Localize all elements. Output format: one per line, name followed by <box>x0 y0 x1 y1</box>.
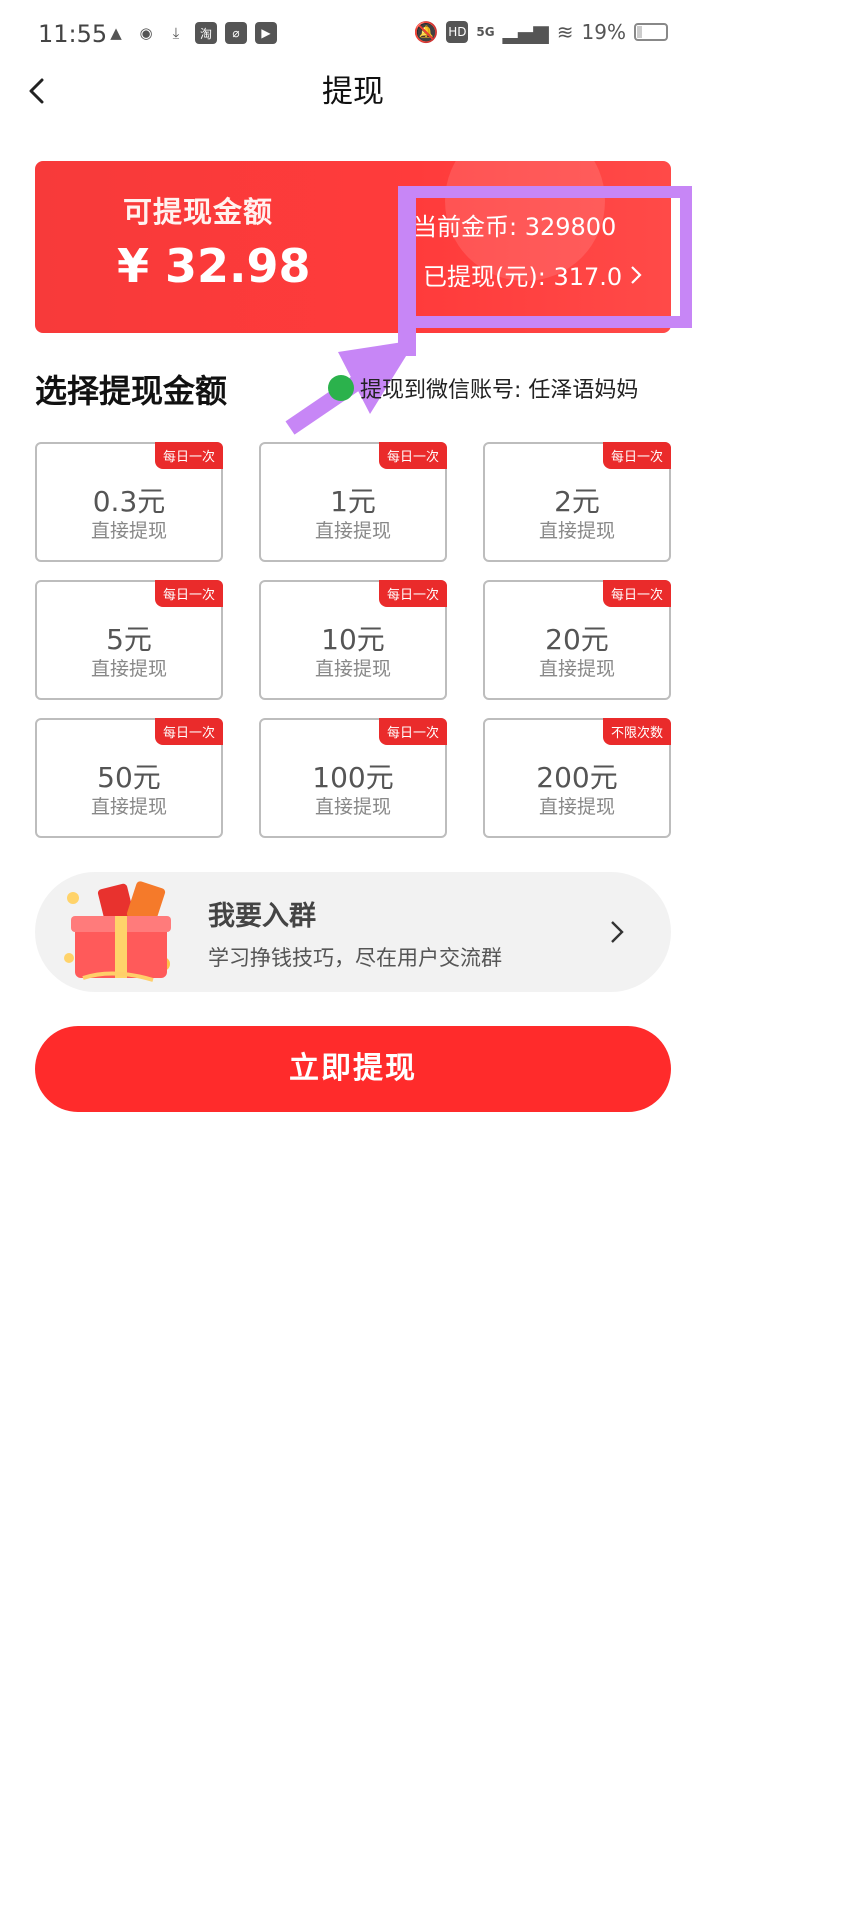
amount-option[interactable]: 每日一次 20元 直接提现 <box>483 580 671 700</box>
frequency-badge: 每日一次 <box>154 580 223 607</box>
option-amount: 100元 <box>312 761 394 794</box>
option-subtitle: 直接提现 <box>90 520 167 542</box>
red-envelope-gift-icon <box>64 881 171 982</box>
option-subtitle: 直接提现 <box>314 658 391 680</box>
wechat-account-text: 提现到微信账号: 任泽语妈妈 <box>360 378 639 403</box>
frequency-badge: 每日一次 <box>378 718 447 745</box>
frequency-badge: 每日一次 <box>154 718 223 745</box>
available-amount: ¥ 32.98 <box>117 239 311 293</box>
option-subtitle: 直接提现 <box>538 796 615 818</box>
video-icon: ▶ <box>255 22 277 44</box>
chevron-right-icon <box>611 921 624 943</box>
option-subtitle: 直接提现 <box>314 520 391 542</box>
battery-text: 19% <box>581 20 626 44</box>
highlight-box <box>398 186 692 328</box>
wechat-icon: ◉ <box>139 24 153 42</box>
option-amount: 10元 <box>321 623 385 656</box>
frequency-badge: 每日一次 <box>602 442 671 469</box>
frequency-badge: 不限次数 <box>602 718 671 745</box>
option-amount: 50元 <box>97 761 161 794</box>
group-subtitle: 学习挣钱技巧，尽在用户交流群 <box>208 946 502 970</box>
option-amount: 0.3元 <box>92 485 166 518</box>
amount-option[interactable]: 每日一次 1元 直接提现 <box>259 442 447 562</box>
mute-icon: 🔕 <box>413 20 439 44</box>
option-subtitle: 直接提现 <box>314 796 391 818</box>
option-subtitle: 直接提现 <box>538 658 615 680</box>
wechat-logo-icon <box>328 375 354 401</box>
join-group-banner[interactable]: 我要入群 学习挣钱技巧，尽在用户交流群 <box>35 872 671 992</box>
amount-option[interactable]: 每日一次 2元 直接提现 <box>483 442 671 562</box>
group-title: 我要入群 <box>208 901 316 932</box>
hd-icon: HD <box>446 21 469 43</box>
frequency-badge: 每日一次 <box>602 580 671 607</box>
taobao-icon: 淘 <box>195 22 217 44</box>
signal-icon: ▂▄▆ <box>502 20 549 44</box>
status-bar: 11:55 ▲ ◉ ⤓ 淘 ⌀ ▶ 🔕 HD 5G ▂▄▆ ≋ 19% <box>0 0 706 70</box>
status-time: 11:55 <box>38 20 108 48</box>
amount-options-grid: 每日一次 0.3元 直接提现 每日一次 1元 直接提现 每日一次 2元 直接提现… <box>35 442 671 838</box>
app-icon: ⌀ <box>225 22 247 44</box>
option-amount: 200元 <box>536 761 618 794</box>
option-subtitle: 直接提现 <box>90 796 167 818</box>
option-amount: 1元 <box>330 485 376 518</box>
amount-option[interactable]: 每日一次 100元 直接提现 <box>259 718 447 838</box>
section-title: 选择提现金额 <box>35 372 228 410</box>
qq-icon: ▲ <box>110 24 122 42</box>
battery-fill <box>637 26 642 38</box>
frequency-badge: 每日一次 <box>378 442 447 469</box>
wechat-account: 提现到微信账号: 任泽语妈妈 <box>328 372 638 404</box>
amount-option[interactable]: 每日一次 10元 直接提现 <box>259 580 447 700</box>
amount-option[interactable]: 不限次数 200元 直接提现 <box>483 718 671 838</box>
amount-option[interactable]: 每日一次 5元 直接提现 <box>35 580 223 700</box>
frequency-badge: 每日一次 <box>378 580 447 607</box>
page-title: 提现 <box>322 74 384 110</box>
option-amount: 5元 <box>106 623 152 656</box>
wifi-icon: ≋ <box>556 20 574 44</box>
option-subtitle: 直接提现 <box>90 658 167 680</box>
frequency-badge: 每日一次 <box>154 442 223 469</box>
amount-option[interactable]: 每日一次 0.3元 直接提现 <box>35 442 223 562</box>
download-icon: ⤓ <box>172 24 180 42</box>
available-label: 可提现金额 <box>123 195 274 229</box>
notification-icons: ▲ ◉ ⤓ 淘 ⌀ ▶ <box>105 22 277 44</box>
battery-icon <box>634 23 668 41</box>
withdraw-now-button[interactable]: 立即提现 <box>35 1026 671 1112</box>
network-icon: 5G <box>476 25 495 39</box>
option-amount: 20元 <box>545 623 609 656</box>
option-subtitle: 直接提现 <box>538 520 615 542</box>
option-amount: 2元 <box>554 485 600 518</box>
system-icons: 🔕 HD 5G ▂▄▆ ≋ 19% <box>414 20 668 44</box>
amount-option[interactable]: 每日一次 50元 直接提现 <box>35 718 223 838</box>
